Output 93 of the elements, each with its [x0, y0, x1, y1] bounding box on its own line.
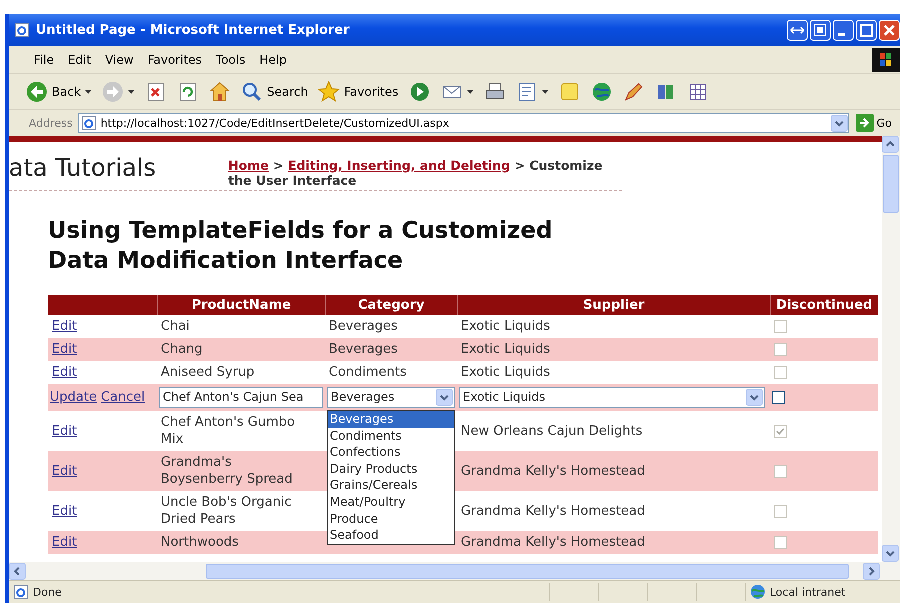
edit-link[interactable]: Edit — [52, 341, 78, 358]
category-dropdown[interactable]: Beverages — [327, 387, 455, 408]
search-button[interactable]: Search — [238, 78, 312, 106]
column-header[interactable]: ProductName — [192, 298, 292, 312]
table-cell: Chai — [161, 318, 190, 335]
table-cell: Northwoods — [161, 534, 239, 551]
dropdown-option[interactable]: Dairy Products — [328, 460, 454, 478]
globe-icon — [750, 584, 766, 600]
search-icon — [241, 80, 264, 102]
menu-item[interactable]: View — [98, 52, 141, 66]
zone-label: Local intranet — [770, 586, 846, 598]
resize-button[interactable] — [787, 20, 808, 40]
address-label: Address — [29, 116, 73, 130]
checkbox[interactable] — [772, 391, 785, 404]
star-icon — [318, 80, 340, 102]
dropdown-option[interactable]: Seafood — [328, 527, 454, 544]
table-cell: Grandma Kelly's Homestead — [461, 534, 646, 551]
scroll-down-button[interactable] — [882, 545, 899, 562]
note-icon — [558, 80, 581, 102]
menu-item[interactable]: Help — [252, 52, 294, 66]
minimize-button[interactable] — [833, 20, 854, 40]
menu-item[interactable]: Edit — [61, 52, 98, 66]
address-field[interactable]: http://localhost:1027/Code/EditInsertDelete/CustomizedUI.aspx — [78, 113, 849, 133]
arrow-right-icon — [856, 114, 874, 132]
status-text: Done — [33, 586, 62, 598]
house-icon — [209, 80, 232, 102]
table-cell-text: Grandma's Boysenberry Spread — [161, 454, 294, 488]
product-name-field[interactable]: Chef Anton's Cajun Sea — [159, 387, 323, 408]
table-cell: Beverages — [329, 341, 398, 358]
table-cell: Grandma Kelly's Homestead — [461, 502, 646, 520]
caret-icon — [85, 90, 92, 94]
site-title: ata Tutorials — [9, 154, 158, 184]
caret-icon — [466, 90, 474, 94]
page-heading: Using TemplateFields for a Customized Data Modification Interface — [48, 217, 554, 276]
window-title: Untitled Page - Microsoft Internet Explorer — [36, 22, 351, 38]
dropdown-button[interactable] — [830, 114, 848, 132]
menu-item[interactable]: Favorites — [140, 52, 210, 66]
flag-icon — [872, 48, 900, 72]
edit-link[interactable]: Edit — [52, 422, 78, 440]
column-header[interactable]: Supplier — [583, 298, 645, 312]
arrow-left-icon — [26, 80, 48, 102]
fullscreen-button[interactable] — [810, 20, 831, 40]
edit-link[interactable]: Edit — [52, 502, 78, 520]
page-icon — [13, 584, 29, 600]
page-icon — [14, 22, 30, 38]
edit-link[interactable]: Edit — [52, 364, 78, 381]
caret-icon — [542, 90, 549, 94]
back-button[interactable]: Back — [23, 78, 96, 106]
media-icon — [408, 80, 431, 102]
table-cell: Condiments — [329, 364, 407, 381]
table-cell: Grandma Kelly's Homestead — [461, 462, 646, 480]
breadcrumb-link[interactable]: Home — [228, 158, 269, 173]
dropdown-option[interactable]: Beverages — [328, 411, 454, 428]
action-link[interactable]: Update — [50, 389, 98, 406]
dropdown-option[interactable]: Grains/Cereals — [328, 477, 454, 494]
table-cell-text: Uncle Bob's Organic Dried Pears — [161, 494, 293, 528]
action-link[interactable]: Cancel — [101, 389, 146, 406]
scroll-left-button[interactable] — [9, 562, 26, 580]
table-cell: Exotic Liquids — [461, 341, 550, 358]
scroll-thumb[interactable] — [206, 564, 849, 578]
pencil-icon — [622, 80, 645, 102]
caret-icon — [128, 90, 136, 94]
breadcrumb-link[interactable]: Editing, Inserting, and Deleting — [288, 158, 510, 173]
column-header[interactable]: Category — [358, 298, 425, 312]
scroll-thumb[interactable] — [883, 155, 899, 213]
go-button[interactable]: Go — [854, 114, 894, 132]
edit-link[interactable]: Edit — [52, 462, 78, 480]
favorites-button[interactable]: Favorites — [315, 78, 402, 106]
globe-icon — [590, 80, 613, 102]
table-cell-text: Chef Anton's Gumbo Mix — [161, 414, 296, 448]
dropdown-option[interactable]: Condiments — [328, 428, 454, 444]
supplier-dropdown[interactable]: Exotic Liquids — [459, 387, 765, 408]
scroll-up-button[interactable] — [882, 136, 899, 153]
menu-item[interactable]: File — [27, 52, 62, 66]
scroll-right-button[interactable] — [863, 562, 880, 580]
arrow-right-icon — [102, 80, 124, 102]
table-cell: Exotic Liquids — [461, 318, 550, 335]
table-cell: Aniseed Syrup — [161, 364, 255, 381]
page-icon — [80, 115, 97, 131]
table-cell: New Orleans Cajun Delights — [461, 422, 643, 440]
column-header[interactable]: Discontinued — [776, 298, 873, 312]
table-cell: Exotic Liquids — [461, 364, 550, 381]
dropdown-option[interactable]: Confections — [328, 444, 454, 461]
edit-link[interactable]: Edit — [52, 318, 78, 335]
close-button[interactable] — [879, 20, 900, 40]
edit-link[interactable]: Edit — [52, 534, 78, 551]
dropdown-option[interactable]: Produce — [328, 510, 454, 528]
menu-item[interactable]: Tools — [209, 52, 253, 66]
breadcrumb: Home > Editing, Inserting, and Deleting > Customize the User Interface — [228, 157, 604, 190]
maximize-button[interactable] — [856, 20, 877, 40]
table-cell: Beverages — [329, 318, 398, 335]
table-cell: Chang — [161, 341, 203, 358]
dropdown-option[interactable]: Meat/Poultry — [328, 494, 454, 511]
